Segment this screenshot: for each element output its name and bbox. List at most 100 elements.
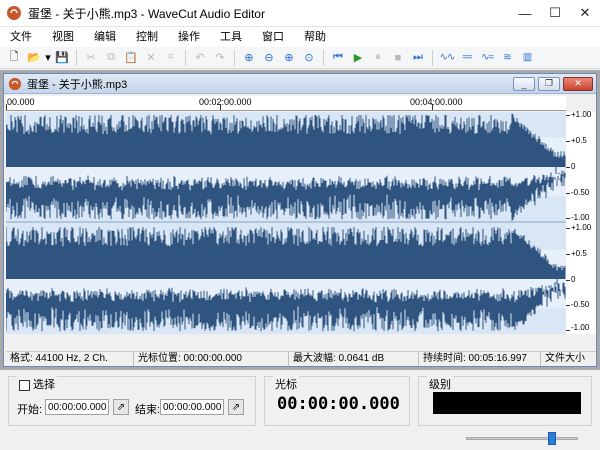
zoom-out-icon[interactable]: ⊖ (259, 48, 279, 68)
go-to-end-icon[interactable]: ⏭ (408, 48, 428, 68)
level-group: 级别 (418, 376, 592, 426)
document-logo-icon (8, 77, 22, 90)
document-minimize-button[interactable]: _ (513, 76, 535, 91)
scale-label: 0 (571, 275, 576, 284)
scale-label: +1.00 (571, 110, 592, 119)
toolbar-separator (323, 49, 324, 66)
document-restore-button[interactable]: ❐ (538, 76, 560, 91)
waveform-graphic (5, 113, 566, 332)
play-icon[interactable]: ▶ (348, 48, 368, 68)
open-dropdown-icon[interactable]: ▾ (44, 48, 52, 68)
zoom-selection-icon[interactable]: ⊕ (279, 48, 299, 68)
cut-icon[interactable]: ✂ (81, 48, 101, 68)
end-label: 结束: (135, 404, 161, 416)
app-logo-icon (7, 6, 21, 20)
menu-control[interactable]: 控制 (126, 27, 168, 47)
new-file-icon[interactable]: 🗋 (4, 48, 24, 68)
ruler-tick (6, 104, 7, 110)
ruler-tick (432, 104, 433, 110)
zoom-in-icon[interactable]: ⊕ (239, 48, 259, 68)
ruler-label: 00:02:00.000 (199, 97, 252, 107)
redo-icon[interactable]: ↷ (210, 48, 230, 68)
save-icon[interactable]: 💾 (52, 48, 72, 68)
scale-label: +0.5 (571, 136, 587, 145)
paste-icon[interactable]: 📋 (121, 48, 141, 68)
fade-in-icon[interactable]: ∿∿ (437, 48, 457, 68)
undo-icon[interactable]: ↶ (190, 48, 210, 68)
scale-tick (566, 254, 570, 255)
scale-tick (566, 167, 570, 168)
menu-help[interactable]: 帮助 (294, 27, 336, 47)
scale-label: -1.00 (571, 323, 590, 332)
scale-label: -0.50 (571, 300, 590, 309)
mdi-workspace: 蛋堡 - 关于小熊.mp3 _ ❐ ✕ 00.000 00:02:00.000 … (0, 70, 600, 370)
menu-tools[interactable]: 工具 (210, 27, 252, 47)
scale-tick (566, 115, 570, 116)
cursor-group: 光标 00:00:00.000 (264, 376, 410, 426)
ruler-label: 00.000 (7, 97, 35, 107)
status-format: 格式: 44100 Hz, 2 Ch. (6, 351, 134, 366)
scale-label: 0 (571, 162, 576, 171)
scale-tick (566, 280, 570, 281)
selection-checkbox[interactable] (19, 379, 30, 391)
amplify-icon[interactable]: ≋ (497, 48, 517, 68)
normalize-icon[interactable]: ∿≈ (477, 48, 497, 68)
level-meter (433, 392, 581, 414)
document-title-bar: 蛋堡 - 关于小熊.mp3 _ ❐ ✕ (4, 74, 596, 94)
document-title: 蛋堡 - 关于小熊.mp3 (27, 78, 128, 91)
toolbar-separator (185, 49, 186, 66)
close-button[interactable]: ✕ (570, 0, 600, 26)
menu-operation[interactable]: 操作 (168, 27, 210, 47)
ruler-tick (220, 104, 221, 110)
scale-tick (566, 218, 570, 219)
ruler-corner (566, 96, 596, 111)
scale-label: -0.50 (571, 188, 590, 197)
pause-icon[interactable]: ⏸ (368, 48, 388, 68)
document-close-button[interactable]: ✕ (563, 76, 593, 91)
end-pin-icon[interactable]: ⇗ (228, 399, 244, 415)
copy-icon[interactable]: ⧉ (101, 48, 121, 68)
menu-edit[interactable]: 编辑 (84, 27, 126, 47)
scale-tick (566, 330, 570, 331)
toolbar-separator (432, 49, 433, 66)
fade-out-icon[interactable]: ≈≈ (457, 48, 477, 68)
toolbar-separator (76, 49, 77, 66)
document-status-bar: 格式: 44100 Hz, 2 Ch. 光标位置: 00:00:00.000 最… (6, 351, 596, 366)
document-window: 蛋堡 - 关于小熊.mp3 _ ❐ ✕ 00.000 00:02:00.000 … (3, 73, 597, 367)
status-file-size: 文件大小 (545, 352, 585, 364)
selection-checkbox-label: 选择 (33, 379, 55, 391)
scale-tick (566, 305, 570, 306)
status-max-amplitude: 最大波幅: 0.0641 dB (289, 351, 419, 366)
crop-icon[interactable]: ⌗ (161, 48, 181, 68)
menu-view[interactable]: 视图 (42, 27, 84, 47)
go-to-start-icon[interactable]: ⏮ (328, 48, 348, 68)
delete-icon[interactable]: ✕ (141, 48, 161, 68)
stop-icon[interactable]: ■ (388, 48, 408, 68)
scale-tick (566, 228, 570, 229)
toolbar-separator (234, 49, 235, 66)
cursor-label: 光标 (273, 376, 299, 392)
start-time-input[interactable] (45, 399, 109, 415)
zoom-all-icon[interactable]: ⊙ (299, 48, 319, 68)
amplitude-scale: +1.00 +0.5 0 -0.50 -1.00 +1.00 +0.5 0 -0… (566, 110, 596, 334)
waveform-display[interactable] (5, 112, 566, 334)
minimize-button[interactable]: — (510, 0, 540, 26)
start-pin-icon[interactable]: ⇗ (113, 399, 129, 415)
zoom-slider-thumb[interactable] (548, 432, 556, 445)
selection-checkbox-row[interactable]: 选择 (17, 376, 57, 392)
window-title: 蛋堡 - 关于小熊.mp3 - WaveCut Audio Editor (28, 6, 265, 21)
end-time-input[interactable] (160, 399, 224, 415)
menu-file[interactable]: 文件 (0, 27, 42, 47)
zoom-slider-track[interactable] (466, 437, 578, 440)
menu-window[interactable]: 窗口 (252, 27, 294, 47)
start-label: 开始: (17, 404, 43, 416)
time-ruler[interactable]: 00.000 00:02:00.000 00:04:00.000 (6, 96, 566, 111)
open-folder-icon[interactable]: 📂 (24, 48, 44, 68)
menu-bar: 文件 视图 编辑 控制 操作 工具 窗口 帮助 (0, 27, 600, 47)
toolbar: 🗋 📂 ▾ 💾 ✂ ⧉ 📋 ✕ ⌗ ↶ ↷ ⊕ ⊖ ⊕ ⊙ ⏮ ▶ ⏸ ■ ⏭ … (0, 47, 600, 69)
level-label: 级别 (427, 376, 453, 392)
spectrum-icon[interactable]: ▥ (517, 48, 537, 68)
scale-label: -1.00 (571, 213, 590, 222)
scale-label: +1.00 (571, 223, 592, 232)
maximize-button[interactable]: ☐ (540, 0, 570, 26)
